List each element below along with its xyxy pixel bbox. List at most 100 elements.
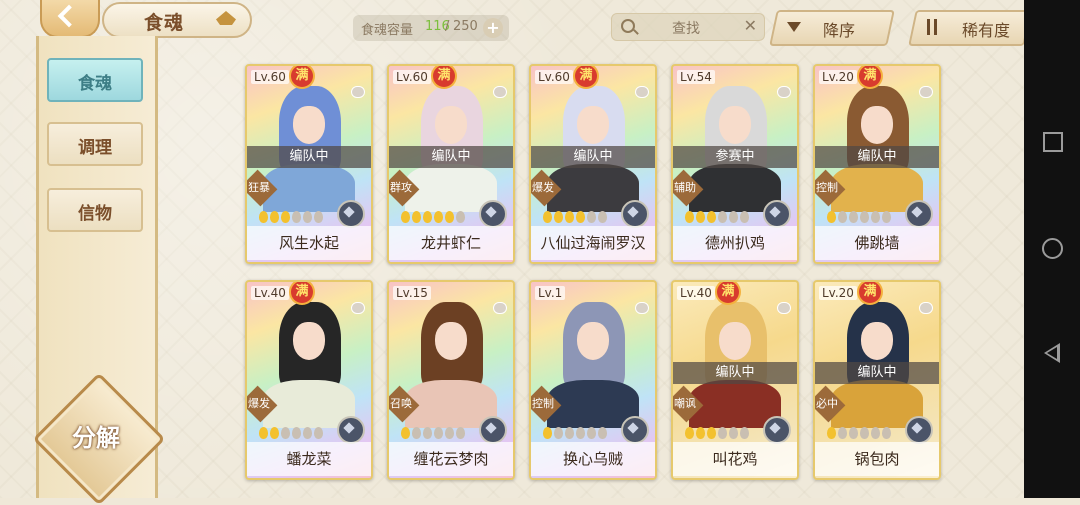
favorite-icon[interactable] [351, 86, 365, 98]
food-soul-name: 八仙过海闹罗汉 [531, 226, 655, 260]
sort-order-button[interactable]: 降序 [769, 10, 895, 46]
tab-token[interactable]: 信物 [47, 188, 143, 232]
star-icon [270, 427, 279, 439]
expand-capacity-button[interactable]: + [483, 18, 503, 38]
food-soul-card[interactable]: Lv.20 满编队中 控制 佛跳墙 [813, 64, 941, 264]
decompose-label[interactable]: 分解 [58, 418, 134, 453]
star-icon [729, 211, 738, 223]
star-rating [259, 208, 325, 223]
clear-icon[interactable]: ✕ [744, 16, 757, 35]
level-label: Lv.60 [393, 70, 431, 84]
role-label: 辅助 [674, 181, 696, 194]
favorite-icon[interactable] [493, 86, 507, 98]
role-label: 狂暴 [248, 181, 270, 194]
star-icon [598, 211, 607, 223]
tab-token-label: 信物 [78, 204, 112, 224]
star-icon [434, 211, 443, 223]
element-icon [621, 416, 649, 444]
favorite-icon[interactable] [635, 302, 649, 314]
element-icon [479, 416, 507, 444]
crown-icon [216, 11, 236, 25]
capacity-total: 250 [453, 19, 478, 34]
star-icon [718, 427, 727, 439]
star-icon [259, 427, 268, 439]
sort-rarity-button[interactable]: 稀有度 [908, 10, 1032, 46]
favorite-icon[interactable] [777, 86, 791, 98]
capacity-separator: / [445, 19, 450, 34]
food-soul-name: 换心乌贼 [531, 442, 655, 476]
star-icon [696, 211, 705, 223]
star-icon [740, 211, 749, 223]
level-label: Lv.54 [677, 70, 715, 84]
food-soul-card[interactable]: Lv.54 参赛中 辅助 德州扒鸡 [671, 64, 799, 264]
search-icon [621, 19, 635, 33]
star-icon [445, 427, 454, 439]
filter-icon [926, 19, 940, 35]
max-badge: 满 [433, 66, 455, 87]
character-face [435, 322, 467, 360]
food-soul-card[interactable]: Lv.1 控制 换心乌贼 [529, 280, 657, 480]
star-icon [543, 211, 552, 223]
star-rating [543, 208, 609, 223]
star-icon [292, 211, 301, 223]
search-input[interactable]: 查找 ✕ [611, 13, 765, 41]
status-banner: 编队中 [815, 146, 939, 168]
star-icon [685, 211, 694, 223]
status-banner: 编队中 [815, 362, 939, 384]
recent-apps-icon[interactable] [1043, 132, 1063, 152]
role-label: 必中 [816, 397, 838, 410]
capacity-display: 食魂容量 116 / 250 + [353, 15, 509, 41]
character-face [577, 322, 609, 360]
max-badge: 满 [859, 66, 881, 87]
tab-food-soul[interactable]: 食魂 [47, 58, 143, 102]
food-soul-card[interactable]: Lv.40 满编队中 嘲讽 叫花鸡 [671, 280, 799, 480]
favorite-icon[interactable] [351, 302, 365, 314]
status-banner: 参赛中 [673, 146, 797, 168]
food-soul-card[interactable]: Lv.20 满编队中 必中 锅包肉 [813, 280, 941, 480]
star-icon [412, 211, 421, 223]
search-placeholder: 查找 [672, 21, 700, 37]
status-banner: 编队中 [531, 146, 655, 168]
star-icon [729, 427, 738, 439]
star-icon [882, 211, 891, 223]
star-icon [565, 211, 574, 223]
back-button[interactable] [40, 0, 100, 38]
level-label: Lv.60 [535, 70, 573, 84]
star-icon [827, 211, 836, 223]
favorite-icon[interactable] [919, 302, 933, 314]
level-label: Lv.40 [677, 286, 715, 300]
star-icon [860, 211, 869, 223]
star-icon [882, 427, 891, 439]
favorite-icon[interactable] [635, 86, 649, 98]
character-face [861, 322, 893, 360]
star-icon [576, 211, 585, 223]
element-icon [621, 200, 649, 228]
star-icon [543, 427, 552, 439]
favorite-icon[interactable] [919, 86, 933, 98]
character-face [861, 106, 893, 144]
role-label: 控制 [816, 181, 838, 194]
star-icon [434, 427, 443, 439]
star-icon [838, 427, 847, 439]
favorite-icon[interactable] [493, 302, 507, 314]
home-icon[interactable] [1042, 238, 1063, 259]
element-icon [763, 416, 791, 444]
star-rating [259, 424, 325, 439]
food-soul-card[interactable]: Lv.60 满编队中 狂暴 风生水起 [245, 64, 373, 264]
star-rating [401, 424, 467, 439]
food-soul-card[interactable]: Lv.40 满爆发 蟠龙菜 [245, 280, 373, 480]
star-icon [871, 211, 880, 223]
star-icon [456, 211, 465, 223]
tab-cooking[interactable]: 调理 [47, 122, 143, 166]
element-icon [337, 416, 365, 444]
role-label: 群攻 [390, 181, 412, 194]
food-soul-card[interactable]: Lv.60 满编队中 爆发 八仙过海闹罗汉 [529, 64, 657, 264]
food-soul-card[interactable]: Lv.15 召唤 缠花云梦肉 [387, 280, 515, 480]
star-icon [281, 427, 290, 439]
star-icon [871, 427, 880, 439]
role-label: 控制 [532, 397, 554, 410]
star-icon [587, 211, 596, 223]
favorite-icon[interactable] [777, 302, 791, 314]
food-soul-card[interactable]: Lv.60 满编队中 群攻 龙井虾仁 [387, 64, 515, 264]
back-icon[interactable] [1044, 343, 1060, 363]
